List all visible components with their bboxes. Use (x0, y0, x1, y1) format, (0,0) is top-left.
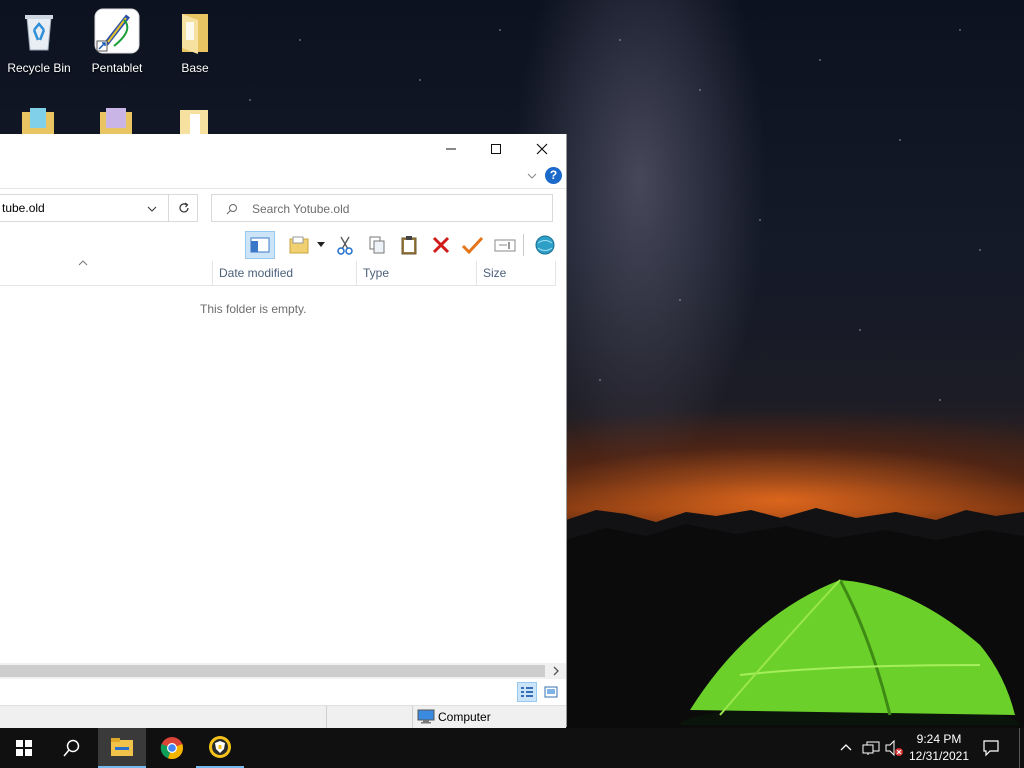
help-button[interactable]: ? (545, 167, 562, 184)
empty-folder-message: This folder is empty. (200, 302, 307, 316)
maximize-button[interactable] (473, 134, 519, 164)
status-bar: Computer (0, 705, 566, 728)
search-button[interactable] (48, 728, 96, 768)
horizontal-scrollbar[interactable] (0, 663, 566, 679)
close-button[interactable] (519, 134, 565, 164)
delete-x-icon (432, 236, 450, 254)
recycle-bin-icon (25, 15, 53, 51)
desktop-icon-label: Pentablet (91, 61, 143, 75)
status-divider (412, 706, 413, 728)
details-view-icon (521, 687, 533, 697)
column-header-row: Date modified Type Size (0, 260, 556, 286)
pentablet-app-icon (94, 8, 140, 54)
layout-pane-icon (250, 237, 270, 253)
view-switcher (0, 679, 566, 705)
column-type[interactable]: Type (356, 261, 476, 285)
toolbar-separator (523, 234, 524, 256)
paste-button[interactable] (395, 232, 423, 258)
taskbar: 9:24 PM 12/31/2021 (0, 728, 1024, 768)
ribbon-expand-chevron-icon[interactable] (526, 171, 538, 181)
desktop-icon-label: Recycle Bin (7, 61, 71, 75)
address-text: tube.old (2, 201, 45, 215)
copy-icon (369, 236, 385, 254)
scrollbar-thumb[interactable] (0, 665, 545, 677)
preview-pane-button[interactable] (245, 231, 275, 259)
rename-button[interactable] (491, 232, 519, 258)
address-bar[interactable]: tube.old (0, 194, 198, 222)
select-all-button[interactable] (458, 232, 486, 258)
start-button[interactable] (0, 728, 48, 768)
shield-app-icon (209, 736, 231, 758)
system-clock[interactable]: 9:24 PM 12/31/2021 (904, 731, 974, 765)
folder-icon[interactable] (178, 108, 210, 134)
taskbar-vpn-app[interactable] (196, 728, 244, 768)
computer-icon (417, 709, 435, 724)
rename-icon (494, 239, 516, 252)
status-location: Computer (438, 710, 491, 724)
chrome-icon (160, 737, 184, 760)
taskbar-file-explorer[interactable] (98, 728, 146, 768)
refresh-button[interactable] (168, 195, 198, 221)
classic-toolbar (0, 230, 566, 260)
volume-muted-icon[interactable] (884, 739, 904, 757)
show-desktop-button[interactable] (1019, 728, 1020, 768)
desktop-icon-base[interactable]: Base (157, 2, 233, 75)
delete-button[interactable] (427, 232, 455, 258)
search-box[interactable]: Search Yotube.old (211, 194, 553, 222)
minimize-icon (446, 148, 456, 150)
search-placeholder: Search Yotube.old (252, 202, 350, 216)
globe-icon (535, 235, 555, 255)
details-view-button[interactable] (517, 682, 537, 702)
network-icon[interactable] (862, 740, 880, 756)
title-bar (0, 134, 566, 164)
desktop-icon-pentablet[interactable]: Pentablet (79, 2, 155, 75)
scissors-icon (337, 236, 353, 255)
large-icons-view-icon (544, 686, 558, 698)
file-explorer-icon (111, 738, 133, 756)
sort-ascending-icon (78, 260, 88, 266)
network-button[interactable] (531, 232, 559, 258)
dropdown-arrow-icon[interactable] (317, 242, 325, 248)
folder-properties-icon (289, 236, 309, 254)
column-size[interactable]: Size (476, 261, 556, 285)
close-icon (536, 143, 548, 155)
refresh-icon (178, 202, 189, 213)
scroll-right-icon[interactable] (552, 666, 560, 676)
clock-date: 12/31/2021 (908, 749, 970, 763)
column-date-modified[interactable]: Date modified (212, 261, 356, 285)
cut-button[interactable] (331, 232, 359, 258)
clock-time: 9:24 PM (916, 732, 962, 746)
desktop-icon-label: Base (181, 61, 209, 75)
status-divider (326, 706, 327, 728)
address-dropdown-icon[interactable] (146, 204, 158, 214)
glowing-tent (680, 579, 1020, 725)
ribbon-bar: ? (0, 164, 566, 189)
windows-logo-icon (16, 740, 32, 756)
search-icon (226, 204, 237, 215)
folder-icon (182, 14, 208, 54)
show-hidden-icons-chevron-icon[interactable] (840, 742, 852, 752)
properties-button[interactable] (285, 232, 313, 258)
action-center-icon[interactable] (982, 739, 1000, 757)
maximize-icon (491, 144, 501, 154)
folder-icon[interactable] (100, 108, 132, 134)
taskbar-chrome[interactable] (148, 728, 196, 768)
desktop-icon-recycle-bin[interactable]: Recycle Bin (1, 2, 77, 75)
file-explorer-window: ? tube.old Search Yotube.old Date modifi… (0, 134, 567, 728)
minimize-button[interactable] (428, 134, 474, 164)
clipboard-icon (401, 236, 417, 255)
large-icons-view-button[interactable] (541, 682, 561, 702)
search-icon (63, 739, 80, 757)
checkmark-icon (461, 236, 483, 254)
copy-button[interactable] (363, 232, 391, 258)
folder-icon[interactable] (22, 108, 54, 134)
